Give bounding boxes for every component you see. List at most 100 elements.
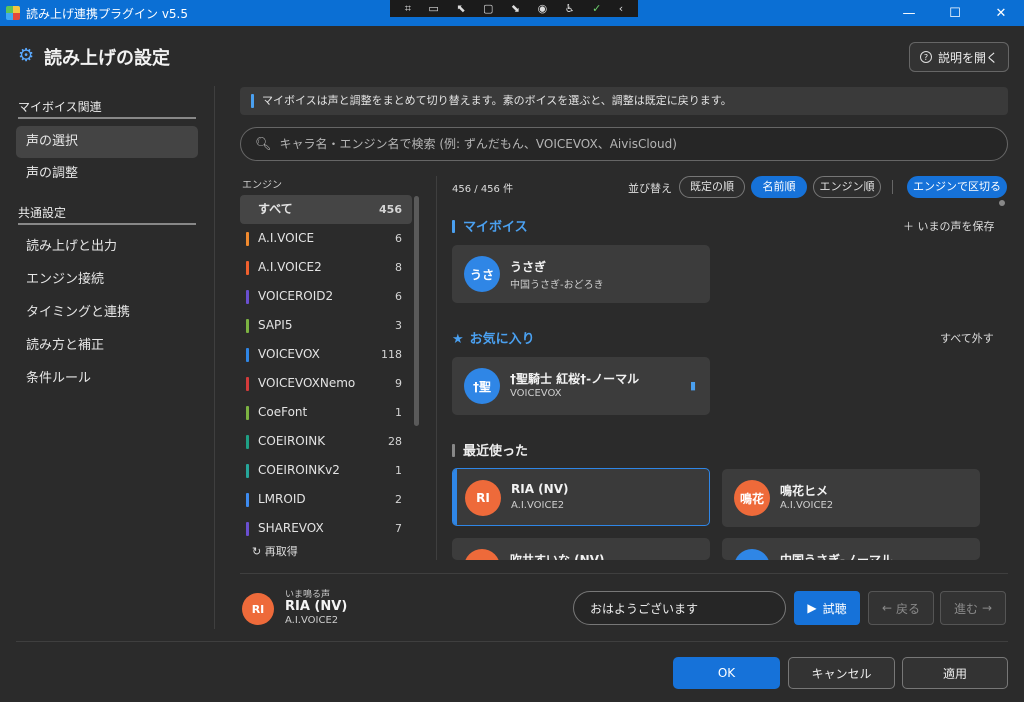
refresh-icon: ↻	[252, 545, 262, 558]
engine-color-marker	[246, 319, 249, 333]
voice-card-partial[interactable]: 吹井すいな (NV)	[452, 538, 710, 560]
voice-name: †聖騎士 紅桜†-ノーマル	[510, 372, 640, 386]
engine-item[interactable]: LMROID 2	[240, 485, 412, 514]
next-button-label: 進む	[953, 601, 978, 616]
close-button[interactable]: ✕	[978, 0, 1024, 26]
engine-item[interactable]: SHAREVOX 7	[240, 514, 412, 543]
pointer-select-icon[interactable]: ⬊	[511, 0, 520, 17]
engine-item[interactable]: SAPI5 3	[240, 311, 412, 340]
page-title: 読み上げの設定	[44, 48, 170, 69]
preview-button[interactable]: ▶ 試聴	[794, 591, 860, 625]
region-icon[interactable]: ▢	[483, 0, 493, 17]
refresh-button[interactable]: ↻ 再取得	[252, 543, 298, 559]
star-icon: ★	[452, 332, 464, 347]
now-playing-engine: A.I.VOICE2	[285, 615, 339, 626]
ok-button[interactable]: OK	[673, 657, 780, 689]
accessibility-icon[interactable]: ♿	[565, 0, 575, 17]
engine-item[interactable]: VOICEVOX 118	[240, 340, 412, 369]
sidebar-item-engine[interactable]: エンジン接続	[16, 264, 198, 296]
help-button[interactable]: ? 説明を開く	[909, 42, 1009, 72]
preview-text-input[interactable]	[573, 591, 786, 625]
sidebar-divider-vertical	[214, 86, 215, 629]
record-icon[interactable]: ◉	[538, 0, 548, 17]
results-scrollbar[interactable]	[999, 200, 1005, 206]
engine-item[interactable]: VOICEVOXNemo 9	[240, 369, 412, 398]
sidebar-item-voice-select[interactable]: 声の選択	[16, 126, 198, 158]
engine-item-all[interactable]: すべて 456	[240, 195, 412, 224]
group-by-engine-toggle[interactable]: エンジンで区切る	[907, 176, 1007, 198]
sidebar-item-reading[interactable]: 読み方と補正	[16, 330, 198, 362]
engine-count: 28	[388, 435, 402, 448]
engine-count: 456	[379, 203, 402, 216]
maximize-button[interactable]: ☐	[932, 0, 978, 26]
sidebar-section-myvoice: マイボイス関連	[18, 100, 102, 114]
voice-name: うさぎ	[510, 260, 547, 274]
voice-subtitle: 中国うさぎ-おどろき	[510, 280, 604, 291]
toolbar-divider	[892, 180, 893, 194]
myvoice-title-text: マイボイス	[463, 220, 528, 235]
engine-name: COEIROINK	[258, 434, 326, 448]
engine-color-marker	[246, 348, 249, 362]
engine-name: SHAREVOX	[258, 521, 324, 535]
engine-color-marker	[246, 406, 249, 420]
section-marker	[452, 444, 455, 457]
engine-color-marker	[246, 261, 249, 275]
avatar: 鳴花	[734, 480, 770, 516]
engine-item[interactable]: COEIROINK 28	[240, 427, 412, 456]
engine-list-scrollbar[interactable]	[414, 196, 419, 426]
gear-icon: ⚙	[18, 45, 35, 66]
engine-count: 1	[395, 406, 402, 419]
engine-name: VOICEVOX	[258, 347, 320, 361]
sort-default-chip[interactable]: 既定の順	[679, 176, 745, 198]
engine-color-marker	[246, 493, 249, 507]
apply-button[interactable]: 適用	[902, 657, 1008, 689]
sort-name-chip[interactable]: 名前順	[751, 176, 807, 198]
myvoice-section-title: マイボイス	[452, 216, 528, 235]
voice-card[interactable]: †聖 †聖騎士 紅桜†-ノーマル VOICEVOX ▮	[452, 357, 710, 415]
voice-card[interactable]: うさ うさぎ 中国うさぎ-おどろき	[452, 245, 710, 303]
clear-favorites-button[interactable]: すべて外す	[940, 330, 994, 346]
voice-name: 鳴花ヒメ	[780, 484, 829, 498]
page-header: ⚙ 読み上げの設定 ? 説明を開く	[0, 26, 1024, 84]
footer-divider	[16, 641, 1008, 642]
check-icon[interactable]: ✓	[592, 0, 601, 17]
engine-name: VOICEVOXNemo	[258, 376, 356, 390]
pin-icon[interactable]: ▮	[690, 379, 696, 392]
sidebar-item-rules[interactable]: 条件ルール	[16, 363, 198, 395]
sidebar-item-output[interactable]: 読み上げと出力	[16, 231, 198, 263]
engine-item[interactable]: CoeFont 1	[240, 398, 412, 427]
arrow-left-icon: ←	[881, 601, 893, 615]
avatar	[464, 549, 500, 560]
back-button[interactable]: ← 戻る	[868, 591, 934, 625]
minimize-button[interactable]: —	[886, 0, 932, 26]
arrow-right-icon: →	[981, 601, 993, 615]
cancel-button[interactable]: キャンセル	[788, 657, 895, 689]
collapse-icon[interactable]: ‹	[619, 0, 623, 17]
next-button[interactable]: 進む →	[940, 591, 1006, 625]
sidebar-item-timing[interactable]: タイミングと連携	[16, 297, 198, 329]
help-button-label: 説明を開く	[937, 50, 998, 65]
engine-list-label: エンジン	[242, 180, 282, 191]
engine-name: VOICEROID2	[258, 289, 334, 303]
search-box[interactable]: 🔍︎	[240, 127, 1008, 161]
pointer-icon[interactable]: ⬉	[456, 0, 465, 17]
engine-list: すべて 456 A.I.VOICE 6 A.I.VOICE2 8 VOICERO…	[240, 195, 412, 543]
save-current-voice-button[interactable]: ＋ いまの声を保存	[903, 218, 995, 234]
voice-card-selected[interactable]: RI RIA (NV) A.I.VOICE2	[452, 468, 710, 526]
engine-item[interactable]: COEIROINKv2 1	[240, 456, 412, 485]
window-capture-icon[interactable]: ▭	[428, 0, 438, 17]
search-input[interactable]	[279, 137, 980, 151]
engine-item[interactable]: A.I.VOICE 6	[240, 224, 412, 253]
sort-engine-chip[interactable]: エンジン順	[813, 176, 881, 198]
sidebar-item-voice-adjust[interactable]: 声の調整	[16, 158, 198, 190]
engine-count: 9	[395, 377, 402, 390]
now-playing-name: RIA (NV)	[285, 599, 348, 614]
back-button-label: 戻る	[896, 601, 921, 616]
engine-item[interactable]: VOICEROID2 6	[240, 282, 412, 311]
avatar	[734, 549, 770, 560]
favorites-title-text: お気に入り	[469, 332, 535, 347]
voice-card-partial[interactable]: 中国うさぎ-ノーマル	[722, 538, 980, 560]
grid-select-icon[interactable]: ⌗	[405, 0, 411, 17]
engine-item[interactable]: A.I.VOICE2 8	[240, 253, 412, 282]
voice-card[interactable]: 鳴花 鳴花ヒメ A.I.VOICE2	[722, 469, 980, 527]
